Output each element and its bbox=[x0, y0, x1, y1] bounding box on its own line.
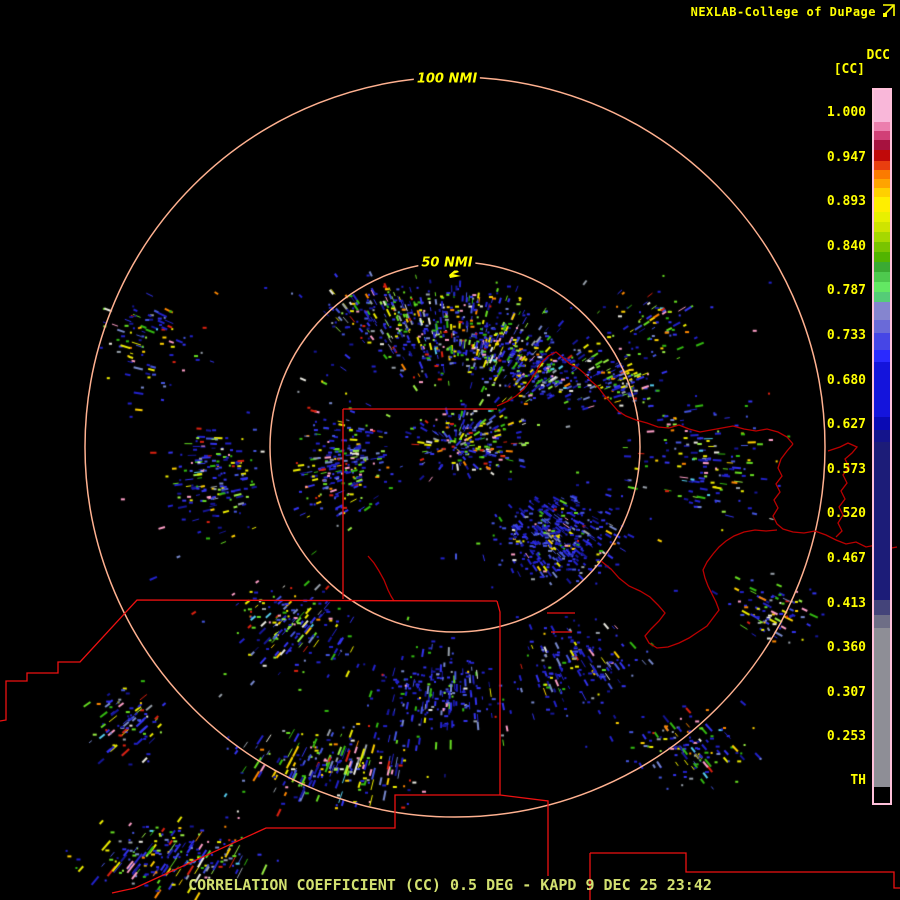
county-boundary-line bbox=[496, 600, 501, 795]
colorbar-segment bbox=[874, 272, 890, 282]
colorbar-segment bbox=[874, 150, 890, 161]
colorbar-segment bbox=[874, 302, 890, 320]
colorbar-tick-label: 0.520 bbox=[826, 506, 866, 522]
launch-box-icon bbox=[883, 4, 895, 17]
colorbar-tick-label: 0.413 bbox=[826, 595, 866, 611]
colorbar-segment bbox=[874, 262, 890, 272]
colorbar-segment bbox=[874, 320, 890, 333]
colorbar-segment bbox=[874, 350, 890, 362]
county-boundary-line bbox=[0, 599, 498, 722]
page-title: NEXLAB-College of DuPage bbox=[690, 5, 876, 19]
colorbar-segment bbox=[874, 140, 890, 150]
colorbar-segment bbox=[874, 179, 890, 188]
colorbar-segment bbox=[874, 600, 890, 615]
colorbar-threshold-label: TH bbox=[850, 773, 866, 788]
colorbar-segment bbox=[874, 161, 890, 170]
radar-display: 100 NMI 50 NMI NEXLAB-College of DuPage … bbox=[0, 0, 900, 900]
colorbar-segment bbox=[874, 282, 890, 292]
colorbar-tick-label: 1.000 bbox=[826, 105, 866, 120]
colorbar-segment bbox=[874, 628, 890, 787]
colorbar-segment bbox=[874, 242, 890, 252]
colorbar-tick-label: 0.573 bbox=[826, 461, 866, 477]
product-caption: CORRELATION COEFFICIENT (CC) 0.5 DEG - K… bbox=[188, 876, 712, 894]
colorbar-tick-label: 0.787 bbox=[826, 283, 866, 299]
colorbar-segment bbox=[874, 222, 890, 232]
colorbar-segment bbox=[874, 787, 890, 803]
colorbar-tick-label: 0.627 bbox=[826, 417, 866, 433]
river-boundary-line bbox=[600, 529, 778, 649]
colorbar-segment bbox=[874, 333, 890, 350]
colorbar-tick-label: 0.733 bbox=[826, 328, 866, 343]
colorbar-segment bbox=[874, 131, 890, 140]
colorbar-tick-label: 0.840 bbox=[826, 238, 866, 254]
river-boundary-line bbox=[367, 555, 395, 602]
river-boundary-line bbox=[496, 351, 794, 445]
colorbar-tick-label: 0.253 bbox=[826, 729, 866, 745]
colorbar-segment bbox=[874, 90, 890, 122]
colorbar-segment bbox=[874, 170, 890, 179]
colorbar-tick-label: 0.893 bbox=[826, 194, 866, 210]
colorbar-segment bbox=[874, 252, 890, 262]
colorbar-segment bbox=[874, 197, 890, 212]
colorbar-segment bbox=[874, 615, 890, 628]
colorbar-segment bbox=[874, 122, 890, 131]
colorbar-segment bbox=[874, 188, 890, 197]
colorbar-segment bbox=[874, 430, 890, 442]
range-ring-label-50nmi: 50 NMI bbox=[418, 255, 476, 271]
colorbar-segment bbox=[874, 362, 890, 417]
colorbar-tick-label: 0.680 bbox=[826, 372, 866, 388]
colorbar-segment bbox=[874, 417, 890, 430]
range-ring bbox=[269, 261, 641, 633]
map-overlay bbox=[0, 76, 900, 900]
range-ring-label-100nmi: 100 NMI bbox=[413, 71, 481, 87]
colorbar-segment bbox=[874, 232, 890, 242]
colorbar-segment bbox=[874, 212, 890, 222]
range-ring bbox=[84, 76, 826, 818]
river-boundary-line bbox=[827, 442, 859, 538]
colorbar-product-label: DCC bbox=[866, 48, 890, 63]
colorbar-tick-label: 0.307 bbox=[826, 684, 866, 700]
colorbar-segment bbox=[874, 292, 890, 302]
colorbar-tick-label: 0.947 bbox=[826, 149, 866, 165]
colorbar-tick-label: 0.467 bbox=[826, 551, 866, 566]
colorbar bbox=[872, 88, 892, 805]
colorbar-units-label: [CC] bbox=[833, 62, 865, 77]
colorbar-tick-label: 0.360 bbox=[826, 640, 866, 656]
colorbar-segment bbox=[874, 442, 890, 600]
